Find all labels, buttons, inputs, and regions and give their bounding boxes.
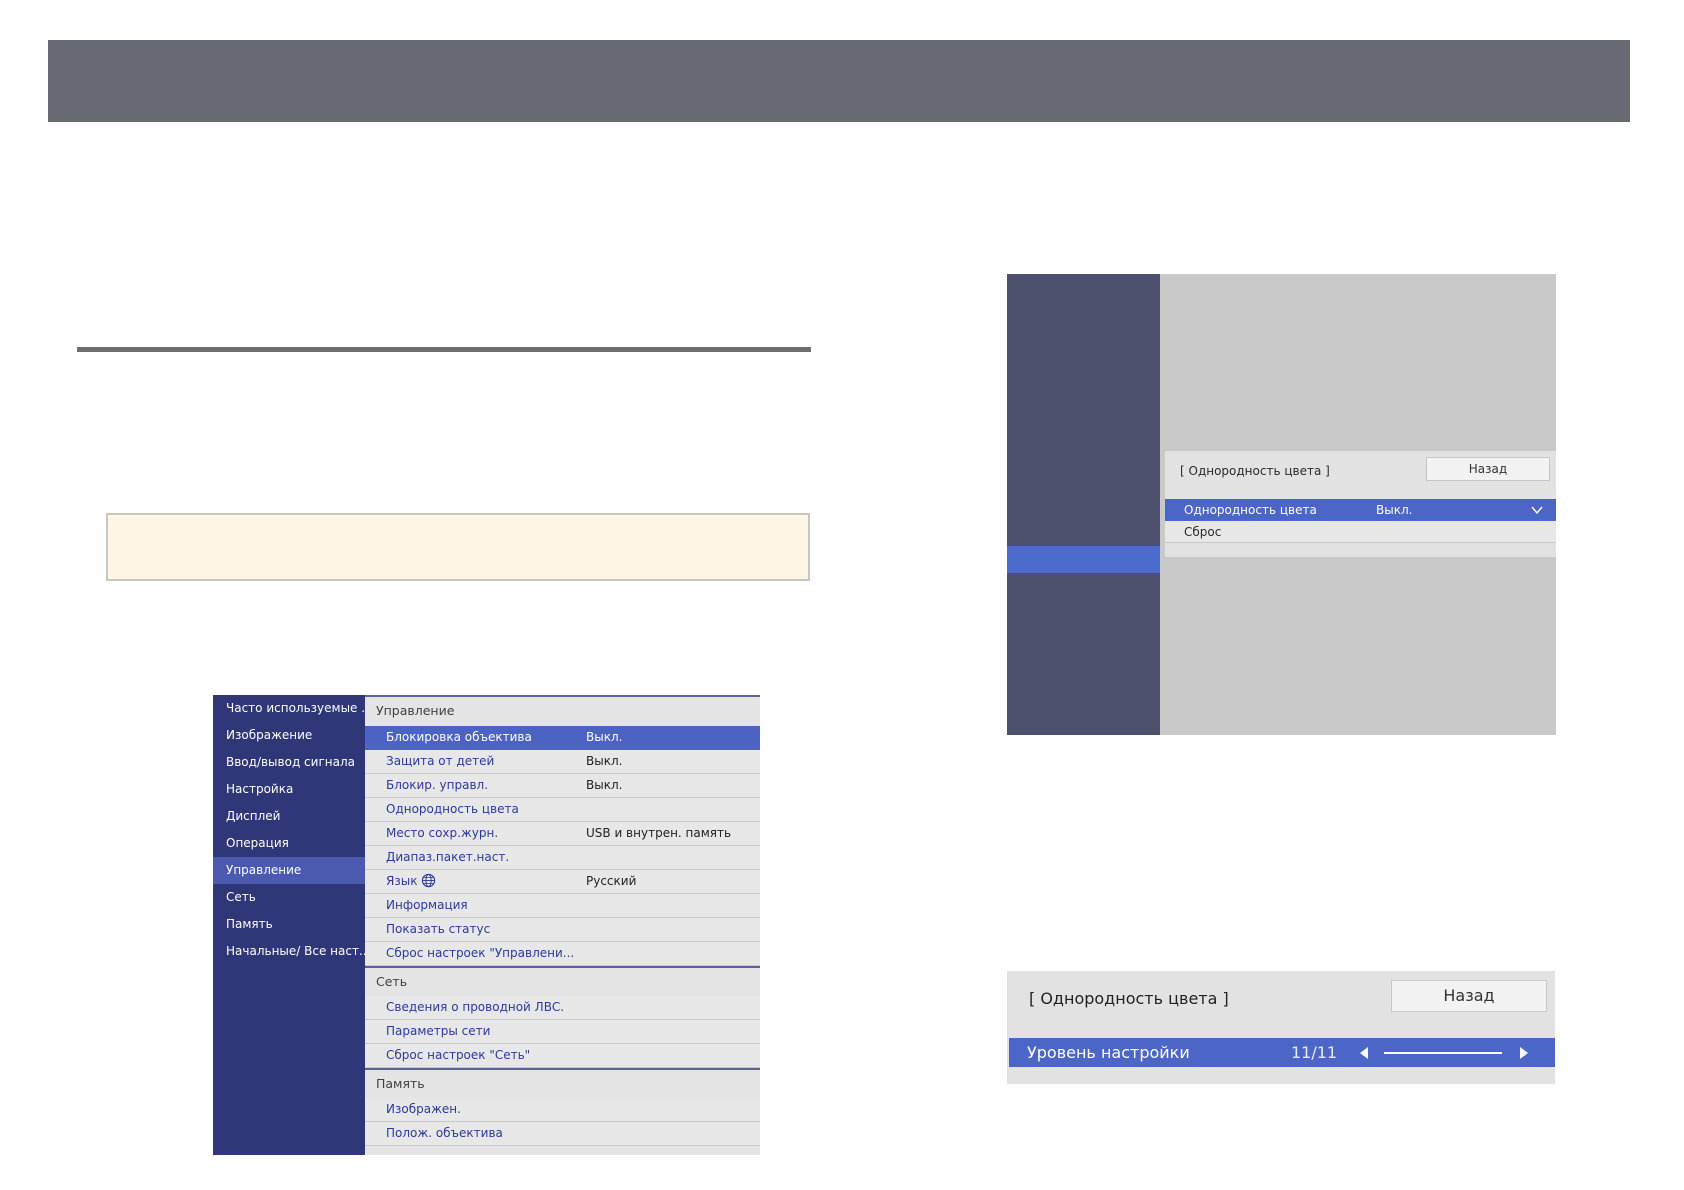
section-divider [77,347,811,352]
uniformity-select-row[interactable]: Однородность цвета Выкл. [1165,499,1556,521]
section-header-memory: Память [365,1068,760,1098]
note-box [106,513,810,581]
row-label: Однородность цвета [386,802,519,816]
level-value: 11/11 [1291,1043,1338,1062]
arrow-left-icon[interactable] [1359,1046,1369,1060]
row-value: Выкл. [586,754,623,768]
row-label: Диапаз.пакет.наст. [386,850,510,864]
row-label: Блокир. управл. [386,778,489,792]
adjust-level-screen: [ Однородность цвета ] Назад Уровень нас… [1007,971,1555,1084]
sidebar-item-operation[interactable]: Операция [213,830,365,857]
globe-icon [422,873,436,888]
menu-row-child-lock[interactable]: Защита от детей Выкл. [365,750,760,774]
uniformity-panel: [ Однородность цвета ] Назад Однородност… [1165,451,1556,557]
row-label: Сведения о проводной ЛВС. [386,1000,565,1014]
row-label: Сброс настроек "Управлени... [386,946,575,960]
row-label: Место сохр.журн. [386,826,499,840]
sidebar-item-network[interactable]: Сеть [213,884,365,911]
menu-row-control-lock[interactable]: Блокир. управл. Выкл. [365,774,760,798]
color-uniformity-screen: [ Однородность цвета ] Назад Однородност… [1007,274,1556,735]
row-label: Блокировка объектива [386,730,532,744]
row-value: Выкл. [586,730,623,744]
row-label: Однородность цвета [1184,503,1317,517]
row-label: Параметры сети [386,1024,491,1038]
menu-row-image-memory[interactable]: Изображен. [365,1098,760,1122]
menu-row-wired-lan-info[interactable]: Сведения о проводной ЛВС. [365,996,760,1020]
row-value: Русский [586,874,637,888]
menu-row-language[interactable]: Язык Русский [365,870,760,894]
projector-menu: Часто используемые ... Изображение Ввод/… [213,695,760,1155]
menu-row-color-uniformity[interactable]: Однородность цвета [365,798,760,822]
row-label: Изображен. [386,1102,461,1116]
section-header-network: Сеть [365,966,760,996]
panel-title: [ Однородность цвета ] [1029,989,1229,1008]
row-label: Полож. объектива [386,1126,503,1140]
menu-row-log-location[interactable]: Место сохр.журн. USB и внутрен. память [365,822,760,846]
back-button[interactable]: Назад [1391,980,1547,1012]
menu-row-lens-lock[interactable]: Блокировка объектива Выкл. [365,726,760,750]
sidebar-item-display[interactable]: Дисплей [213,803,365,830]
sidebar-item-signal-io[interactable]: Ввод/вывод сигнала [213,749,365,776]
row-label: Показать статус [386,922,491,936]
sidebar-item-installation[interactable]: Настройка [213,776,365,803]
chevron-down-icon[interactable] [1530,503,1544,517]
row-value: USB и внутрен. память [586,826,732,840]
row-label: Уровень настройки [1027,1043,1190,1062]
adjust-level-row[interactable]: Уровень настройки 11/11 [1009,1038,1555,1067]
row-label: Сброс [1184,525,1222,539]
panel-title: [ Однородность цвета ] [1180,464,1330,478]
arrow-right-icon[interactable] [1519,1046,1529,1060]
row-label: Сброс настроек "Сеть" [386,1048,531,1062]
section-header-management: Управление [365,695,760,725]
row-label: Язык [386,870,436,893]
menu-sidebar: Часто используемые ... Изображение Ввод/… [213,695,365,1155]
menu-row-information[interactable]: Информация [365,894,760,918]
menu-row-reset-management[interactable]: Сброс настроек "Управлени... [365,942,760,966]
language-label: Язык [386,874,418,888]
row-label: Защита от детей [386,754,495,768]
dimmed-sidebar [1007,274,1160,735]
menu-row-network-settings[interactable]: Параметры сети [365,1020,760,1044]
sidebar-item-image[interactable]: Изображение [213,722,365,749]
header-bar [48,40,1630,122]
reset-row[interactable]: Сброс [1165,521,1556,543]
sidebar-item-memory[interactable]: Память [213,911,365,938]
menu-content: Управление Блокировка объектива Выкл. За… [365,695,760,1155]
sidebar-item-management[interactable]: Управление [213,857,365,884]
menu-row-reset-network[interactable]: Сброс настроек "Сеть" [365,1044,760,1068]
row-label: Информация [386,898,468,912]
level-slider-track[interactable] [1384,1052,1502,1054]
menu-row-batch-setup-range[interactable]: Диапаз.пакет.наст. [365,846,760,870]
back-button[interactable]: Назад [1426,457,1550,481]
sidebar-active-item [1007,546,1160,573]
sidebar-item-frequent[interactable]: Часто используемые ... [213,695,365,722]
menu-row-lens-position[interactable]: Полож. объектива [365,1122,760,1146]
row-value: Выкл. [1376,503,1413,517]
menu-row-show-status[interactable]: Показать статус [365,918,760,942]
row-value: Выкл. [586,778,623,792]
sidebar-item-initial-settings[interactable]: Начальные/ Все наст... [213,938,365,965]
